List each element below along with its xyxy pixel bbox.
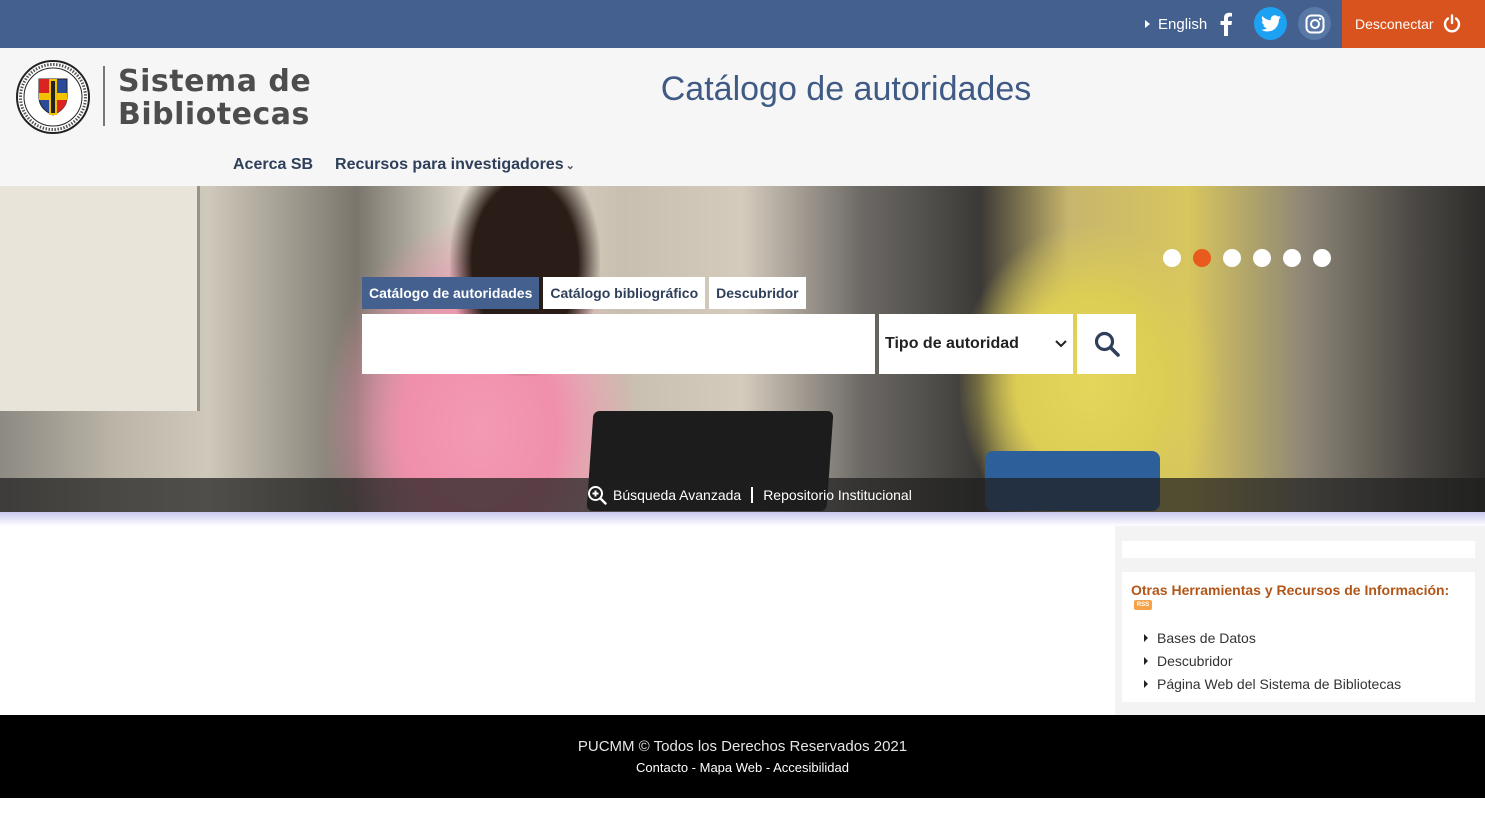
site-header: Sistema de Bibliotecas Catálogo de autor… xyxy=(0,48,1485,186)
carousel-dot[interactable] xyxy=(1163,249,1181,267)
sidebar-empty-box xyxy=(1122,541,1475,558)
facebook-icon xyxy=(1220,12,1232,36)
search-button[interactable] xyxy=(1077,314,1136,374)
zoom-in-icon xyxy=(588,486,607,505)
chevron-down-icon xyxy=(1055,340,1067,348)
top-bar: English Desconectar xyxy=(0,0,1485,48)
advanced-search-link[interactable]: Búsqueda Avanzada xyxy=(613,487,741,503)
list-item[interactable]: Descubridor xyxy=(1144,649,1401,672)
carousel-indicators xyxy=(1163,249,1331,267)
sidebar-title: Otras Herramientas y Recursos de Informa… xyxy=(1131,582,1450,598)
facebook-link[interactable] xyxy=(1209,7,1242,40)
carousel-dot[interactable] xyxy=(1283,249,1301,267)
twitter-link[interactable] xyxy=(1254,7,1287,40)
list-item[interactable]: Página Web del Sistema de Bibliotecas xyxy=(1144,672,1401,695)
instagram-link[interactable] xyxy=(1298,7,1331,40)
brand-name[interactable]: Sistema de Bibliotecas xyxy=(118,65,311,131)
rss-icon[interactable]: RSS xyxy=(1134,600,1152,610)
caret-right-icon xyxy=(1144,656,1148,665)
brand-line-2: Bibliotecas xyxy=(118,97,310,132)
sidebar-resource-list: Bases de Datos Descubridor Página Web de… xyxy=(1144,626,1401,695)
carousel-dot[interactable] xyxy=(1253,249,1271,267)
nav-item-about[interactable]: Acerca SB xyxy=(233,156,313,174)
language-switch[interactable]: English xyxy=(1145,14,1207,34)
language-label: English xyxy=(1158,15,1208,33)
logout-button[interactable]: Desconectar xyxy=(1342,0,1485,48)
hero-shadow xyxy=(0,512,1485,526)
hero-links: Búsqueda Avanzada Repositorio Institucio… xyxy=(587,484,912,506)
site-footer: PUCMM © Todos los Derechos Reservados 20… xyxy=(0,715,1485,798)
authority-type-selected: Tipo de autoridad xyxy=(885,335,1019,352)
tab-discovery[interactable]: Descubridor xyxy=(709,277,806,309)
list-item[interactable]: Bases de Datos xyxy=(1144,626,1401,649)
footer-separator: - xyxy=(762,760,774,775)
double-chevron-down-icon: ⌄ xyxy=(565,159,575,172)
university-seal-logo[interactable] xyxy=(15,59,91,135)
nav-item-resources[interactable]: Recursos para investigadores ⌄ xyxy=(335,156,575,174)
tab-authorities-catalog[interactable]: Catálogo de autoridades xyxy=(362,277,540,309)
list-item-label: Descubridor xyxy=(1157,652,1233,669)
institutional-repository-link[interactable]: Repositorio Institucional xyxy=(763,487,912,503)
hero-photo-poster xyxy=(0,186,200,411)
logout-label: Desconectar xyxy=(1355,16,1434,32)
search-input[interactable] xyxy=(362,314,875,374)
footer-link-accessibility[interactable]: Accesibilidad xyxy=(773,760,849,775)
tab-bibliographic-catalog[interactable]: Catálogo bibliográfico xyxy=(543,277,706,309)
footer-link-sitemap[interactable]: Mapa Web xyxy=(700,760,763,775)
footer-separator: - xyxy=(688,760,700,775)
caret-right-icon xyxy=(1145,20,1150,28)
main-nav: Acerca SB Recursos para investigadores ⌄ xyxy=(233,156,575,174)
brand-divider xyxy=(103,66,105,126)
list-item-label: Página Web del Sistema de Bibliotecas xyxy=(1157,675,1402,692)
authority-type-select[interactable]: Tipo de autoridad xyxy=(879,314,1073,374)
instagram-icon xyxy=(1305,14,1324,33)
caret-right-icon xyxy=(1144,633,1148,642)
twitter-icon xyxy=(1260,15,1281,32)
page-title: Catálogo de autoridades xyxy=(660,70,1032,108)
brand-line-1: Sistema de xyxy=(118,64,312,99)
search-icon xyxy=(1094,331,1120,357)
caret-right-icon xyxy=(1144,679,1148,688)
copyright-text: PUCMM © Todos los Derechos Reservados 20… xyxy=(577,738,908,755)
footer-link-contact[interactable]: Contacto xyxy=(636,760,688,775)
link-separator xyxy=(751,487,754,503)
nav-item-resources-label: Recursos para investigadores xyxy=(335,156,564,173)
power-icon xyxy=(1443,14,1460,33)
carousel-dot[interactable] xyxy=(1223,249,1241,267)
carousel-dot-active[interactable] xyxy=(1193,249,1211,267)
carousel-dot[interactable] xyxy=(1313,249,1331,267)
list-item-label: Bases de Datos xyxy=(1157,629,1256,646)
search-tabs: Catálogo de autoridades Catálogo bibliog… xyxy=(362,277,806,309)
footer-links: Contacto - Mapa Web - Accesibilidad xyxy=(0,760,1485,775)
